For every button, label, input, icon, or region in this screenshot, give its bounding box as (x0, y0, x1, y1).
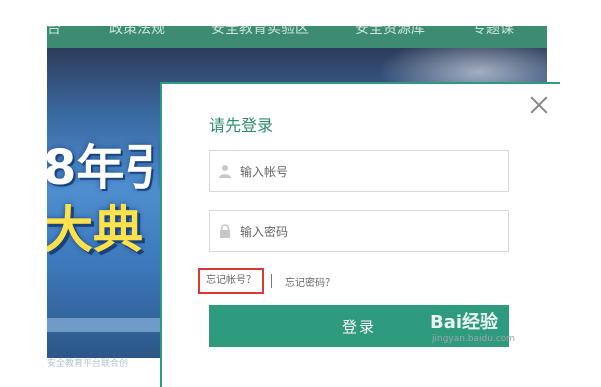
footer-caption: 安全教育平台联合创 (47, 359, 129, 369)
link-separator (271, 274, 272, 288)
main-nav: 台 政策法规 安全教育实验区 安全资源库 专题课 (47, 26, 547, 48)
nav-item-policy[interactable]: 政策法规 (109, 26, 165, 40)
username-input[interactable] (238, 151, 502, 193)
password-input[interactable] (238, 211, 502, 253)
nav-item-experiment-zone[interactable]: 安全教育实验区 (211, 26, 309, 40)
nav-item-home[interactable]: 台 (47, 26, 61, 40)
password-field[interactable] (209, 210, 509, 253)
nav-item-resources[interactable]: 安全资源库 (355, 26, 425, 40)
top-strip (0, 0, 601, 26)
watermark-brand: Bai经验 (430, 312, 499, 333)
banner-headline-2: 大典 (47, 201, 143, 259)
login-title: 请先登录 (209, 116, 274, 135)
banner-headline-1: 8年引 (47, 140, 173, 196)
close-icon[interactable] (528, 94, 550, 116)
lock-icon (220, 224, 230, 238)
forgot-password-link[interactable]: 忘记密码？ (285, 274, 335, 289)
username-field[interactable] (209, 150, 509, 193)
nav-item-topics[interactable]: 专题课 (472, 26, 514, 40)
watermark-url: jingyan.baidu.com (432, 334, 516, 344)
forgot-account-link[interactable]: 忘记帐号？ (198, 268, 264, 294)
user-icon (219, 165, 231, 178)
